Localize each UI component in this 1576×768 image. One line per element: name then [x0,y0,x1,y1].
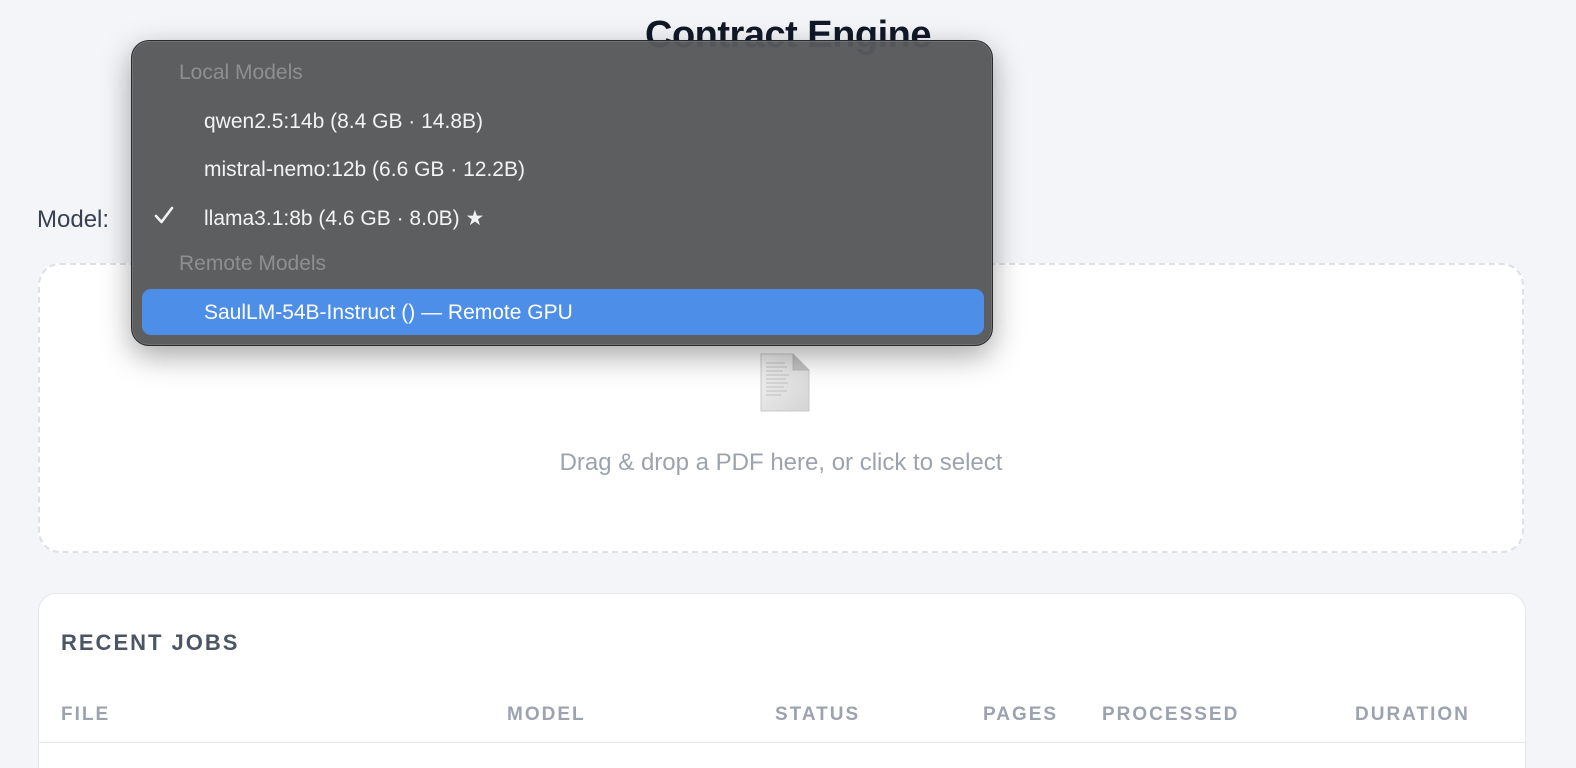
column-header-model[interactable]: MODEL [507,704,586,726]
checkmark-icon [154,206,174,224]
table-divider [39,742,1525,743]
document-icon [760,353,810,412]
menu-option-mistral-nemo[interactable]: mistral-nemo:12b (6.6 GB · 12.2B) [142,146,984,192]
dropzone-text: Drag & drop a PDF here, or click to sele… [559,449,1003,476]
menu-option-qwen[interactable]: qwen2.5:14b (8.4 GB · 14.8B) [142,98,984,144]
column-header-status[interactable]: STATUS [775,704,860,726]
menu-option-label: qwen2.5:14b (8.4 GB · 14.8B) [204,110,483,133]
recent-jobs-card: RECENT JOBS FILE MODEL STATUS PAGES PROC… [38,593,1526,768]
group-header-local: Local Models [179,61,303,84]
menu-option-label: mistral-nemo:12b (6.6 GB · 12.2B) [204,158,525,181]
menu-option-llama[interactable]: llama3.1:8b (4.6 GB · 8.0B) ★ [142,194,984,240]
model-dropdown-menu: Local Models qwen2.5:14b (8.4 GB · 14.8B… [131,40,993,346]
column-header-pages[interactable]: PAGES [983,704,1058,726]
model-label: Model: [37,206,110,233]
column-header-file[interactable]: FILE [61,704,110,726]
app-window: Contract Engine Model: Drag & drop a PDF… [0,0,1576,768]
column-header-duration[interactable]: DURATION [1355,704,1470,726]
column-header-processed[interactable]: PROCESSED [1102,704,1239,726]
menu-option-label: llama3.1:8b (4.6 GB · 8.0B) ★ [204,207,485,230]
group-header-remote: Remote Models [179,252,327,275]
recent-jobs-title: RECENT JOBS [61,630,240,655]
menu-option-saullm[interactable]: SaulLM-54B-Instruct () — Remote GPU [142,289,984,335]
menu-option-label: SaulLM-54B-Instruct () — Remote GPU [204,301,573,324]
